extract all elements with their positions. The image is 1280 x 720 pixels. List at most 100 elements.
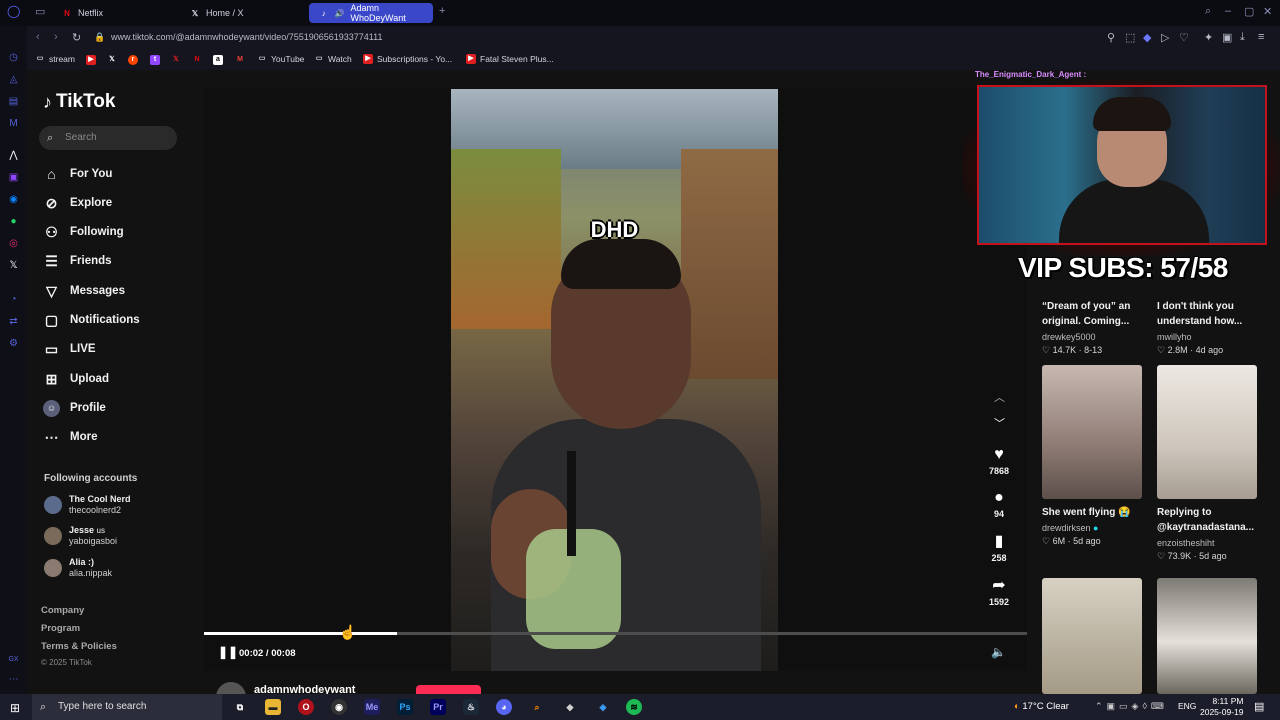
following-account[interactable]: The Cool Nerd thecoolnerd2 — [44, 494, 131, 516]
instagram-icon[interactable]: ◎ — [8, 238, 19, 249]
chevron-down-icon[interactable]: ﹀ — [994, 415, 1005, 431]
search-tool-icon[interactable]: ⌕ — [529, 699, 545, 715]
nav-profile[interactable]: ☺ Profile — [43, 399, 106, 417]
search-input[interactable]: ⌕ Search — [39, 126, 177, 150]
progress-bar[interactable] — [204, 632, 1027, 635]
twitch-icon[interactable]: ▣ — [8, 172, 19, 183]
bookmark-youtube[interactable]: ▭ YouTube — [257, 54, 305, 64]
search-tabs-icon[interactable]: ⌕ — [1205, 5, 1211, 18]
bookmark-subscriptions[interactable]: ▶ Subscriptions - Yo... — [363, 54, 452, 64]
video-card[interactable]: I don't think you understand how... mwil… — [1157, 293, 1257, 356]
tab-menu-icon[interactable]: ▭ — [35, 5, 45, 18]
play-icon[interactable]: ▷ — [1161, 31, 1169, 44]
pin-icon[interactable]: ⚲ — [1107, 31, 1115, 44]
workspace-icon[interactable]: M — [8, 118, 19, 129]
vpn-icon[interactable]: ◆ — [1143, 31, 1151, 44]
photoshop-icon[interactable]: Ps — [397, 699, 413, 715]
bookmark-fatal-steven[interactable]: ▶ Fatal Steven Plus... — [466, 54, 554, 64]
language-indicator[interactable]: ENG — [1178, 701, 1196, 711]
media-encoder-icon[interactable]: Me — [364, 699, 380, 715]
video-frame[interactable]: DHD — [451, 89, 778, 671]
nav-friends[interactable]: ☰ Friends — [43, 252, 111, 270]
video-player[interactable]: DHD ︿ ﹀ ♥ 7868 ● 94 ▮ 258 ➦ 1592 ☝ ❚❚ 00… — [204, 88, 1027, 671]
aria-icon[interactable]: ⋀ — [8, 150, 19, 161]
forward-icon[interactable]: › — [54, 31, 58, 43]
save-button[interactable]: ▮ 258 — [987, 533, 1011, 563]
app-icon[interactable]: ◈ — [595, 699, 611, 715]
taskbar-search[interactable]: ⌕ Type here to search — [32, 694, 222, 720]
netflix-icon[interactable]: N — [192, 55, 202, 65]
premiere-icon[interactable]: Pr — [430, 699, 446, 715]
discord-icon[interactable]: ◕ — [496, 699, 512, 715]
menu-icon[interactable]: ≡ — [1258, 31, 1264, 43]
nav-upload[interactable]: ⊞ Upload — [43, 370, 109, 388]
wallet-icon[interactable]: ▤ — [8, 96, 19, 107]
x-icon[interactable]: 𝕏 — [8, 260, 19, 271]
amazon-icon[interactable]: a — [213, 55, 223, 65]
video-card[interactable]: “Dream of you” an original. Coming... dr… — [1042, 293, 1142, 356]
footer-program[interactable]: Program — [41, 623, 80, 634]
x-icon[interactable]: 𝕏 — [107, 55, 117, 65]
obs-icon[interactable]: ◉ — [331, 699, 347, 715]
whatsapp-icon[interactable]: ● — [8, 216, 19, 227]
more-icon[interactable]: ⋯ — [8, 674, 19, 685]
task-view-icon[interactable]: ⧉ — [232, 699, 248, 715]
new-tab-icon[interactable]: + — [439, 5, 445, 17]
flow-icon[interactable]: ⇄ — [8, 316, 19, 327]
close-window-icon[interactable]: ✕ — [1263, 5, 1272, 18]
speed-dial-icon[interactable]: ◷ — [8, 52, 19, 63]
ai-icon[interactable]: ◬ — [8, 74, 19, 85]
url-field[interactable]: www.tiktok.com/@adamnwhodeywant/video/75… — [111, 32, 382, 42]
opera-logo-icon[interactable]: ◯ — [7, 4, 20, 18]
opera-gx-icon[interactable]: O — [298, 699, 314, 715]
gmail-icon[interactable]: M — [235, 55, 245, 65]
system-tray-icons[interactable]: ⌃▣▭◈◊⌨ — [1095, 701, 1168, 712]
nav-messages[interactable]: ▽ Messages — [43, 282, 125, 300]
x-icon[interactable]: 𝕏 — [171, 55, 181, 65]
weather-widget[interactable]: ◐ 17°C Clear — [1014, 701, 1069, 712]
reddit-icon[interactable]: r — [128, 55, 138, 65]
steam-icon[interactable]: ♨ — [463, 699, 479, 715]
video-card[interactable]: Replying to @kaytranadastana... enzoisth… — [1157, 365, 1257, 562]
youtube-icon[interactable]: ▶ — [86, 55, 96, 65]
app-icon[interactable]: ◆ — [562, 699, 578, 715]
tiktok-logo[interactable]: ♪ TikTok — [43, 91, 115, 113]
download-icon[interactable]: ⤓ — [1240, 31, 1245, 44]
messenger-icon[interactable]: ◉ — [8, 194, 19, 205]
bookmark-watch[interactable]: ▭ Watch — [314, 54, 352, 64]
extensions-icon[interactable]: ✦ — [1204, 31, 1213, 44]
snapshot-icon[interactable]: ⬚ — [1125, 31, 1135, 44]
nav-live[interactable]: ▭ LIVE — [43, 340, 96, 358]
video-card[interactable] — [1042, 578, 1142, 694]
heart-icon[interactable]: ♡ — [1179, 31, 1189, 44]
notifications-icon[interactable]: ▤ — [1254, 700, 1264, 713]
share-button[interactable]: ➦ 1592 — [987, 577, 1011, 607]
pause-button[interactable]: ❚❚ — [218, 645, 238, 659]
tab-netflix[interactable]: N Netflix — [52, 3, 177, 23]
tab-home-x[interactable]: 𝕏 Home / X — [180, 3, 305, 23]
gx-icon[interactable]: GX — [8, 654, 19, 665]
chevron-up-icon[interactable]: ︿ — [994, 389, 1005, 405]
comment-button[interactable]: ● 94 — [987, 489, 1011, 519]
minimize-icon[interactable]: – — [1225, 5, 1231, 17]
video-card[interactable] — [1157, 578, 1257, 694]
twitch-icon[interactable]: t — [150, 55, 160, 65]
settings-icon[interactable]: ⚙ — [8, 338, 19, 349]
file-explorer-icon[interactable]: ▬ — [265, 699, 281, 715]
footer-company[interactable]: Company — [41, 605, 84, 616]
video-card[interactable]: She went flying 😭 drewdirksen ● ♡ 6M · 5… — [1042, 365, 1142, 547]
following-account[interactable]: Alia :) alia.nippak — [44, 557, 112, 579]
nav-following[interactable]: ⚇ Following — [43, 223, 123, 241]
windows-start-icon[interactable]: ⊞ — [10, 701, 20, 715]
nav-for-you[interactable]: ⌂ For You — [43, 165, 112, 183]
clock[interactable]: 8:11 PM 2025-09-19 — [1200, 696, 1243, 718]
wallet-icon[interactable]: ▣ — [1222, 31, 1232, 44]
maximize-icon[interactable]: ▢ — [1244, 5, 1254, 18]
footer-terms[interactable]: Terms & Policies — [41, 641, 117, 652]
volume-icon[interactable]: 🔈 — [991, 645, 1006, 659]
spotify-icon[interactable]: ≋ — [626, 699, 642, 715]
back-icon[interactable]: ‹ — [36, 31, 40, 43]
following-account[interactable]: Jesse us yaboigasboi — [44, 525, 117, 547]
like-button[interactable]: ♥ 7868 — [987, 446, 1011, 476]
tab-tiktok[interactable]: ♪ 🔊 Adamn WhoDeyWant — [309, 3, 433, 23]
